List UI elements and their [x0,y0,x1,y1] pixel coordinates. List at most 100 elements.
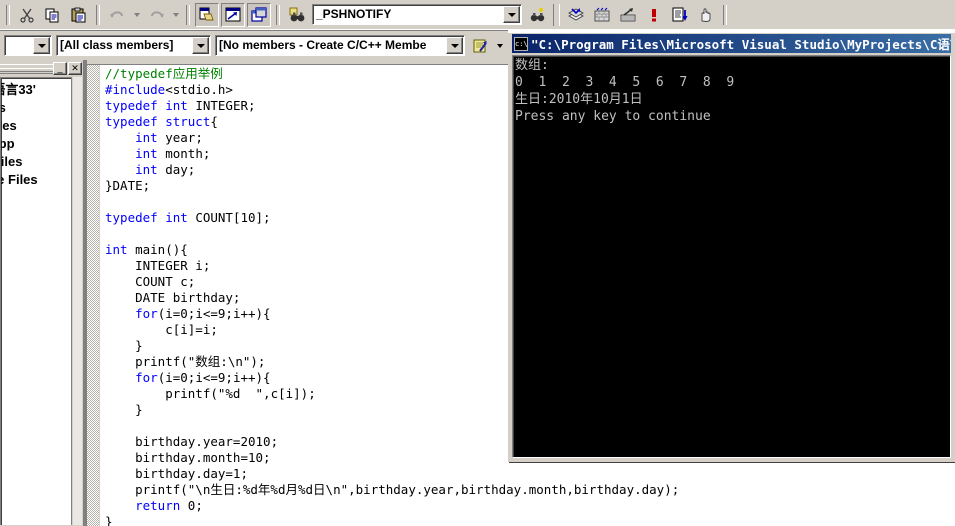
build-execute-button[interactable] [616,3,640,27]
panel-minimize-button[interactable]: _ [53,61,67,75]
build-button[interactable] [590,3,614,27]
console-line: Press any key to continue [515,109,711,124]
code-token: 0; [180,498,203,513]
binoculars-icon [530,7,544,21]
code-token: INTEGER i; [105,258,211,273]
find-in-files-button[interactable] [285,3,309,27]
code-token: int [135,130,158,145]
toolbar-separator [96,4,100,25]
workspace-tree[interactable]: e 'C语言33' 3 files ce Files ain.cpp der F… [0,77,72,525]
panel-close-button[interactable]: ✕ [68,61,82,75]
undo-arrow-icon [109,10,123,18]
code-line: printf("\n生日:%d年%d月%d日\n",birthday.year,… [105,482,955,498]
method-combo-dropdown-button[interactable] [446,37,463,54]
code-token: (i=0;i<=9;i++){ [157,306,271,321]
chevron-down-icon [507,12,516,17]
code-token: }DATE; [105,178,151,193]
chevron-down-icon [450,43,459,48]
find-combo[interactable]: _PSHNOTIFY [312,4,522,25]
console-body[interactable]: 数组: 0 1 2 3 4 5 6 7 8 9 生日:2010年10月1日 Press… [512,55,951,458]
code-token: main(){ [127,242,188,257]
code-token: } [105,402,143,417]
code-token: month; [157,146,211,161]
wizardbar-action-button[interactable] [468,34,492,58]
compile-stack-icon [568,7,584,21]
console-titlebar[interactable]: c:\ "C:\Program Files\Microsoft Visual S… [512,34,951,53]
method-combo[interactable]: [No members - Create C/C++ Membe [215,35,465,56]
members-combo-dropdown-button[interactable] [192,37,209,54]
code-token: INTEGER; [187,98,256,113]
console-line: 生日:2010年10月1日 [515,92,643,107]
stop-build-button[interactable] [642,3,666,27]
copy-button[interactable] [41,3,65,27]
chevron-down-icon [37,43,46,48]
members-combo[interactable]: [All class members] [56,35,211,56]
code-token: printf("\n生日:%d年%d月%d日\n",birthday.year,… [105,482,680,497]
code-token: c[i]=i; [105,322,218,337]
workspace-window-button[interactable] [195,2,219,27]
toolbar-separator [6,4,10,25]
code-token: for [135,306,158,321]
code-token: printf("%d ",c[i]); [105,386,316,401]
cut-button[interactable] [15,3,39,27]
code-line: } [105,514,955,526]
code-token: int [135,146,158,161]
code-token: printf("数组:\n"); [105,354,266,369]
workspace-tree-inner: e 'C语言33' 3 files ce Files ain.cpp der F… [1,81,72,189]
method-combo-value: [No members - Create C/C++ Membe [219,38,427,52]
tree-item[interactable]: ain.cpp [1,135,72,153]
output-window-button[interactable] [221,2,245,27]
workspace-panel: _ ✕ e 'C语言33' 3 files ce Files ain.cpp d… [0,60,83,526]
hand-icon [701,7,711,22]
code-token: birthday.day=1; [105,466,248,481]
wizardbar-dropdown-button[interactable] [493,35,506,57]
find-combo-dropdown-button[interactable] [503,6,520,23]
tree-item[interactable]: ource Files [1,171,72,189]
find-button[interactable] [525,3,549,27]
chevron-down-icon [173,12,179,17]
tree-item[interactable]: ce Files [1,117,72,135]
toolbar-separator [723,4,727,25]
workspace-panel-titlebar: _ ✕ [0,60,83,76]
paste-button[interactable] [67,3,91,27]
paste-icon [71,7,86,22]
vc6-ide-window: _PSHNOTIFY [All class members] [No membe… [0,0,955,526]
redo-arrow-icon [150,10,164,18]
window-list-button[interactable] [247,2,271,27]
console-window[interactable]: c:\ "C:\Program Files\Microsoft Visual S… [508,30,955,462]
console-app-icon: c:\ [514,36,528,51]
panel-drag-grip[interactable] [0,64,57,74]
go-button[interactable] [668,3,692,27]
code-token: #include [105,82,166,97]
compile-button[interactable] [564,3,588,27]
find-combo-value: _PSHNOTIFY [316,7,392,21]
tree-item[interactable]: der Files [1,153,72,171]
window-list-icon [250,6,267,22]
undo-dropdown-button[interactable] [130,4,143,26]
console-line: 数组: [515,58,549,73]
insert-breakpoint-button[interactable] [694,3,718,27]
code-token: } [105,338,143,353]
code-line: birthday.day=1; [105,466,955,482]
chevron-down-icon [134,12,140,17]
document-down-arrow-icon [672,7,688,21]
tree-item[interactable]: e 'C语言33' [1,81,72,99]
editor-gutter[interactable] [87,60,100,526]
class-combo[interactable] [4,35,52,56]
code-token: typedef int [105,98,188,113]
class-combo-dropdown-button[interactable] [33,37,50,54]
toolbar-separator [186,4,190,25]
workspace-vertical-scrollbar[interactable] [71,77,83,525]
redo-dropdown-button[interactable] [169,4,182,26]
tree-item[interactable]: 3 files [1,99,72,117]
code-token: int [135,162,158,177]
console-output: 数组: 0 1 2 3 4 5 6 7 8 9 生日:2010年10月1日 Press… [515,57,734,125]
build-bricks-icon [594,7,610,21]
undo-button[interactable] [105,3,129,27]
redo-button[interactable] [144,3,168,27]
code-token: day; [157,162,196,177]
